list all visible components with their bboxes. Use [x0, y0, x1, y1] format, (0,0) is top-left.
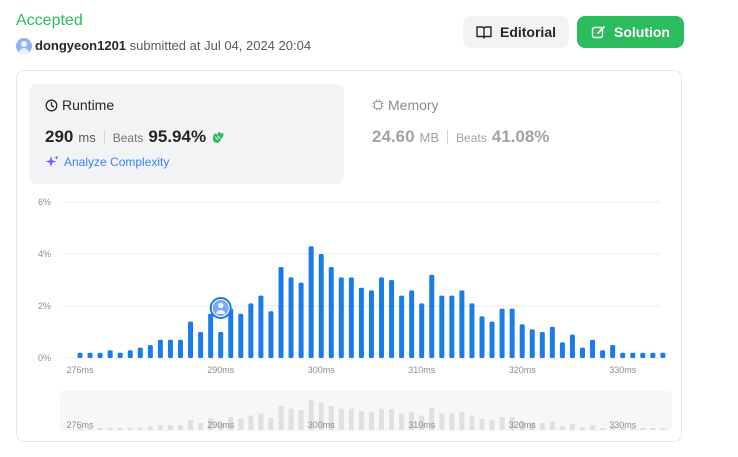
mini-bar	[167, 425, 173, 430]
mini-bar	[248, 415, 254, 430]
mini-bar	[489, 420, 495, 430]
mini-bar	[137, 427, 143, 430]
mini-x-tick-label: 300ms	[308, 420, 336, 430]
mini-bar	[238, 418, 244, 430]
mini-bar	[97, 428, 103, 430]
mini-bar	[288, 408, 294, 430]
mini-bar	[258, 413, 264, 430]
mini-bar	[559, 425, 565, 430]
mini-bar	[298, 410, 304, 430]
mini-bar	[117, 428, 123, 430]
mini-bar	[499, 416, 505, 430]
mini-bar	[640, 428, 646, 430]
mini-bar	[358, 411, 364, 430]
mini-bar	[479, 419, 485, 430]
mini-bar	[580, 427, 585, 430]
mini-x-tick-label: 290ms	[207, 420, 235, 430]
mini-bar	[459, 412, 465, 430]
mini-bar	[127, 427, 133, 430]
mini-x-tick-label: 330ms	[609, 420, 637, 430]
mini-bar	[178, 425, 183, 430]
mini-x-tick-label: 276ms	[66, 420, 94, 430]
mini-bar	[379, 408, 384, 430]
mini-bar	[449, 413, 455, 430]
mini-bar	[469, 415, 475, 430]
mini-bar	[278, 405, 284, 430]
range-selector-chart[interactable]: 276ms 290ms 300ms 310ms 320ms 330ms	[0, 0, 738, 457]
mini-x-tick-label: 320ms	[509, 420, 537, 430]
mini-bar	[188, 420, 194, 430]
mini-bar	[439, 413, 445, 430]
mini-bar	[590, 425, 596, 430]
mini-bar	[549, 421, 555, 430]
mini-bar	[338, 408, 344, 430]
mini-bar	[147, 426, 153, 430]
mini-bar	[650, 428, 656, 430]
mini-bar	[539, 423, 545, 430]
mini-bar	[569, 423, 575, 430]
mini-bar	[600, 427, 606, 430]
mini-bar	[660, 428, 666, 430]
mini-bar	[368, 412, 374, 430]
mini-bar	[198, 423, 204, 430]
mini-bar	[268, 417, 274, 430]
mini-bar	[389, 409, 395, 430]
mini-bar	[157, 425, 163, 430]
mini-bar	[348, 408, 354, 430]
mini-x-tick-label: 310ms	[408, 420, 436, 430]
mini-bar	[399, 413, 405, 430]
mini-bar	[107, 427, 113, 430]
